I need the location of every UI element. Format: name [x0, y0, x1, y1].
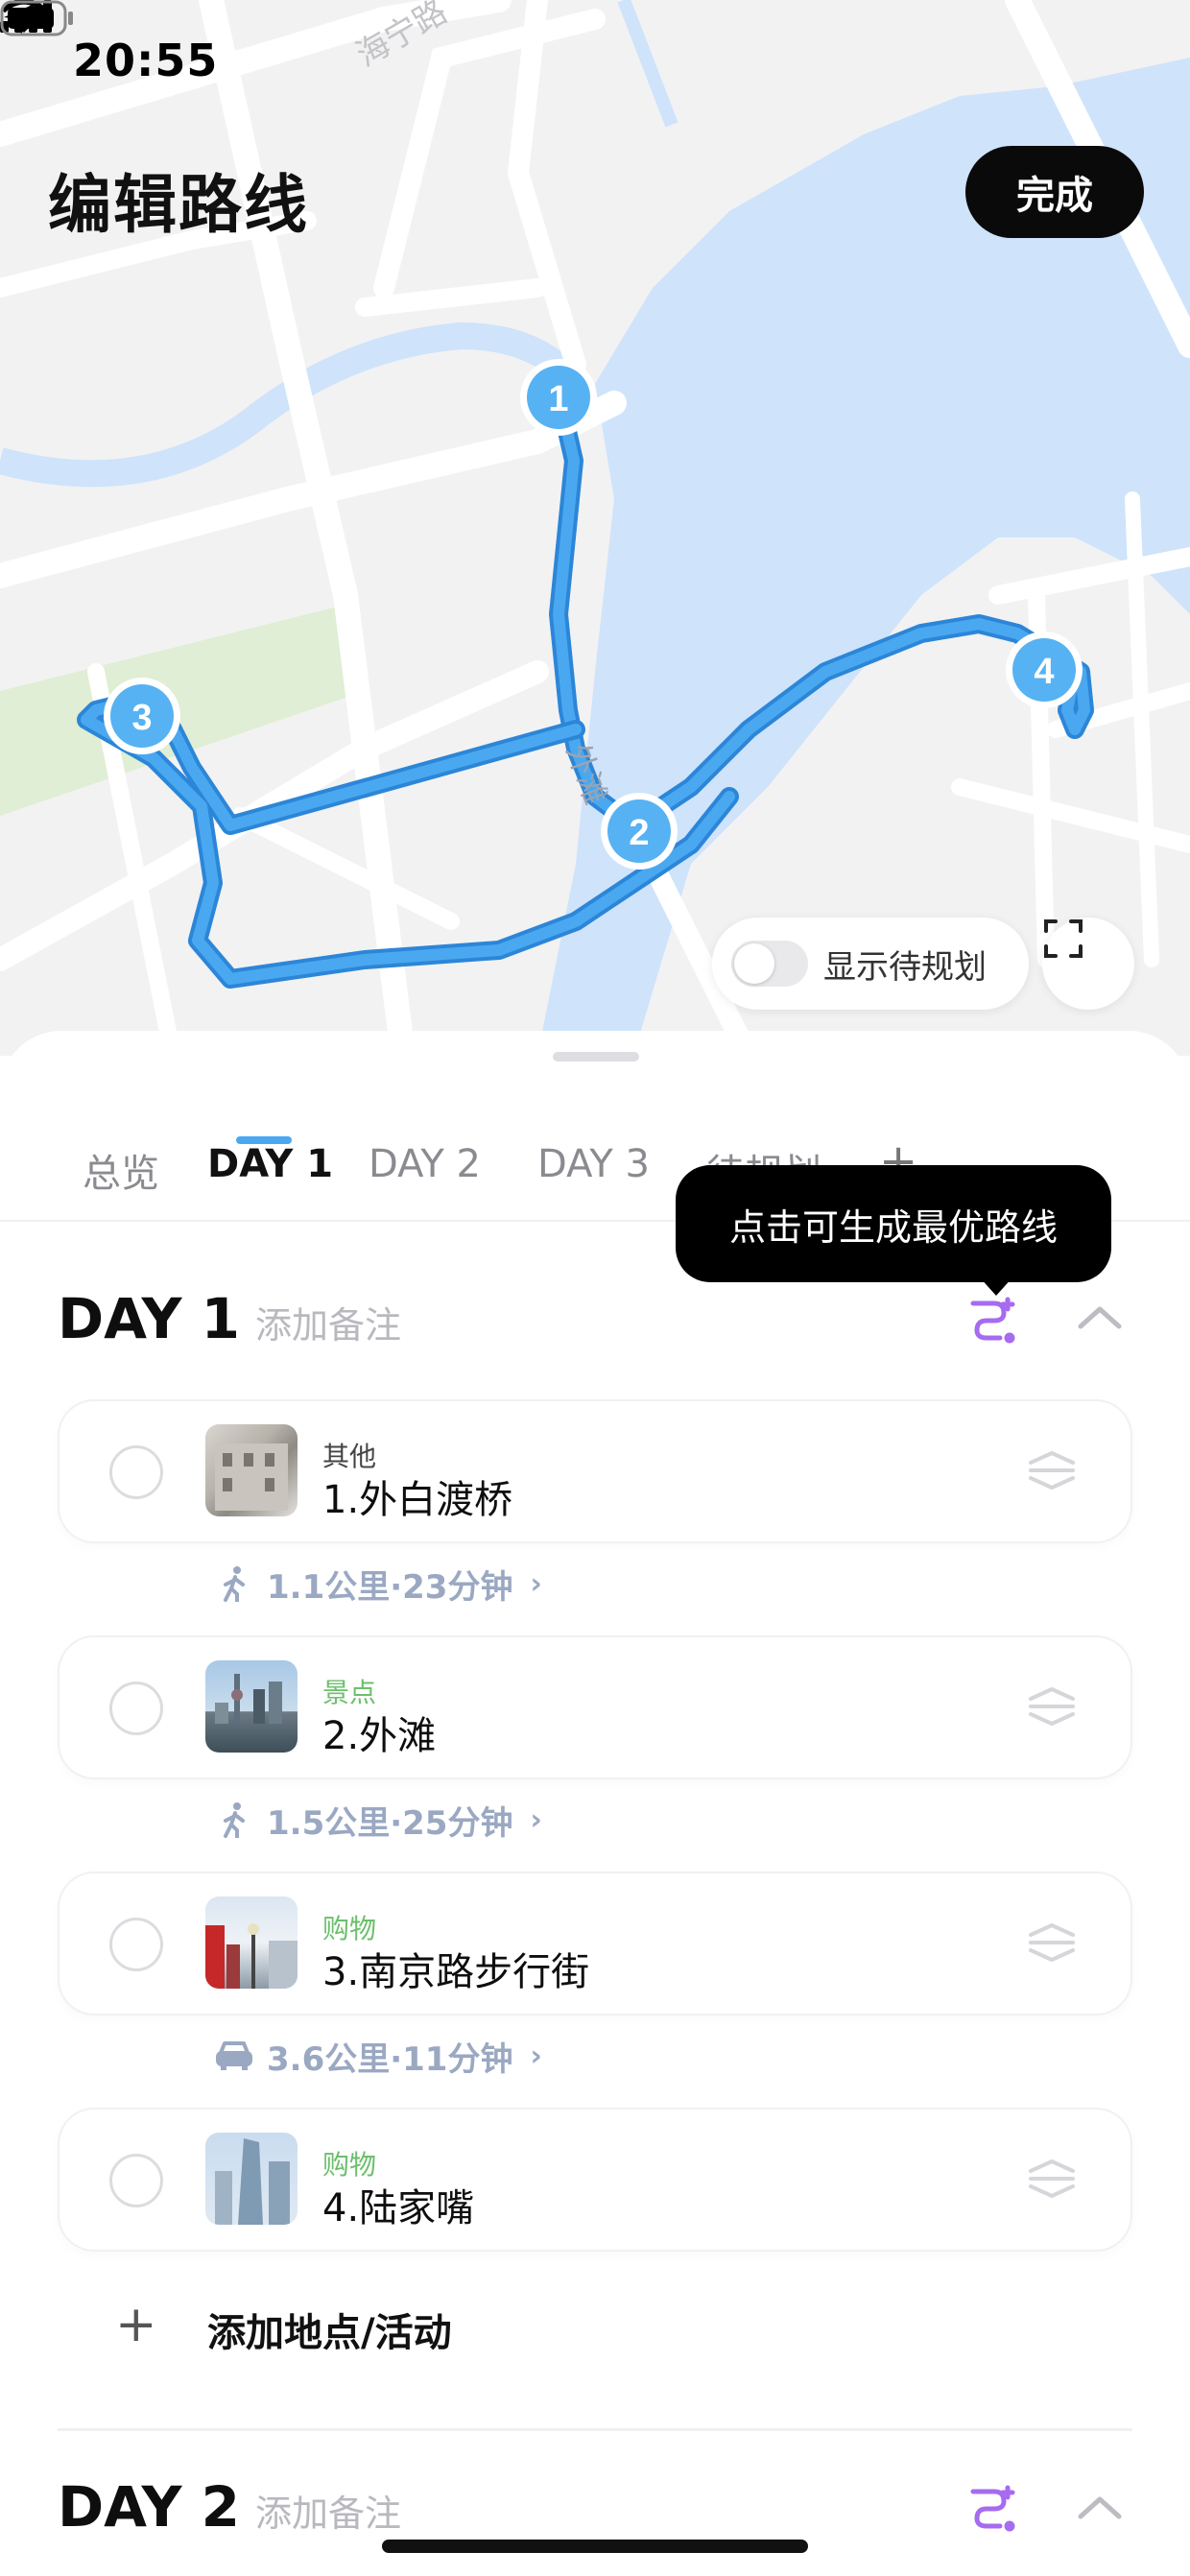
leg-distance-time: 1.5公里·25分钟	[267, 1803, 513, 1843]
sheet-grabber[interactable]	[553, 1052, 639, 1061]
collapse-day-2-icon[interactable]	[1077, 2492, 1123, 2522]
chevron-right-icon: ›	[530, 2039, 542, 2073]
day-2-title: DAY 2	[58, 2474, 241, 2540]
home-indicator	[382, 2540, 808, 2553]
chevron-right-icon: ›	[530, 1566, 542, 1601]
drag-handle-icon[interactable]	[1025, 2152, 1079, 2206]
route-marker-3[interactable]: 3	[104, 678, 180, 754]
battery-icon	[0, 0, 73, 36]
stop-checkbox[interactable]	[109, 1918, 163, 1971]
active-tab-indicator	[236, 1136, 292, 1144]
svg-text:3: 3	[131, 698, 152, 738]
route-marker-2[interactable]: 2	[601, 793, 678, 870]
walk-icon	[215, 1564, 253, 1603]
stop-thumbnail	[205, 1660, 298, 1753]
stop-name: 3.南京路步行街	[322, 1950, 590, 1994]
stop-checkbox[interactable]	[109, 1445, 163, 1499]
stop-name: 1.外白渡桥	[322, 1478, 513, 1522]
route-leg[interactable]: 1.5公里·25分钟 ›	[215, 1799, 542, 1843]
page-title: 编辑路线	[48, 168, 309, 242]
optimize-tooltip: 点击可生成最优路线	[676, 1165, 1111, 1282]
toggle-knob	[734, 943, 774, 984]
add-place-button[interactable]: 添加地点/活动	[207, 2302, 452, 2357]
day-1-header: DAY 1 添加备注	[58, 1286, 401, 1351]
route-marker-4[interactable]: 4	[1006, 632, 1083, 708]
day-1-title: DAY 1	[58, 1286, 241, 1351]
route-leg[interactable]: 1.1公里·23分钟 ›	[215, 1562, 542, 1607]
svg-text:1: 1	[548, 379, 568, 419]
car-icon	[215, 2037, 253, 2075]
stop-name: 4.陆家嘴	[322, 2186, 475, 2230]
fullscreen-button[interactable]	[1042, 918, 1134, 1010]
status-bar: 20:55	[0, 0, 1190, 134]
svg-text:4: 4	[1034, 652, 1054, 692]
drag-handle-icon[interactable]	[1025, 1443, 1079, 1497]
tab-day-1[interactable]: DAY 1	[207, 1142, 333, 1186]
show-unplanned-label: 显示待规划	[823, 947, 987, 987]
stop-checkbox[interactable]	[109, 2154, 163, 2207]
stop-card[interactable]: 购物 4.陆家嘴	[60, 2110, 1130, 2250]
svg-text:2: 2	[629, 813, 649, 853]
section-divider	[58, 2428, 1132, 2431]
leg-distance-time: 1.1公里·23分钟	[267, 1567, 513, 1607]
add-place-icon[interactable]: +	[115, 2298, 157, 2351]
day-2-header: DAY 2 添加备注	[58, 2474, 401, 2540]
drag-handle-icon[interactable]	[1025, 1916, 1079, 1969]
road	[231, 807, 460, 930]
route-marker-1[interactable]: 1	[520, 359, 597, 436]
leg-distance-time: 3.6公里·11分钟	[267, 2039, 513, 2079]
fullscreen-icon	[1044, 919, 1083, 958]
done-button[interactable]: 完成	[965, 146, 1144, 238]
stop-checkbox[interactable]	[109, 1682, 163, 1735]
stop-card[interactable]: 其他 1.外白渡桥	[60, 1401, 1130, 1541]
optimize-route-icon[interactable]	[965, 1292, 1023, 1349]
walk-icon	[215, 1801, 253, 1839]
tab-day-2[interactable]: DAY 2	[369, 1142, 481, 1186]
stop-card[interactable]: 购物 3.南京路步行街	[60, 1873, 1130, 2014]
stop-card[interactable]: 景点 2.外滩	[60, 1637, 1130, 1777]
stop-thumbnail	[205, 1424, 298, 1516]
day-2-note-input[interactable]: 添加备注	[255, 2484, 401, 2537]
show-unplanned-toggle[interactable]: 显示待规划	[712, 918, 1029, 1010]
optimize-route-icon[interactable]	[965, 2480, 1023, 2538]
collapse-day-1-icon[interactable]	[1077, 1301, 1123, 1332]
day-1-note-input[interactable]: 添加备注	[255, 1296, 401, 1348]
drag-handle-icon[interactable]	[1025, 1680, 1079, 1733]
stop-thumbnail	[205, 2133, 298, 2225]
stop-thumbnail	[205, 1896, 298, 1989]
route-leg[interactable]: 3.6公里·11分钟 ›	[215, 2035, 542, 2079]
stop-name: 2.外滩	[322, 1714, 437, 1758]
status-time: 20:55	[73, 35, 219, 86]
tab-overview[interactable]: 总览	[83, 1142, 159, 1198]
route-map[interactable]: 海宁路 外滩 1 2 3 4 20:55 编辑路线 完成 显示待规划	[0, 0, 1190, 1056]
chevron-right-icon: ›	[530, 1802, 542, 1837]
toggle-switch[interactable]	[731, 941, 808, 987]
tab-day-3[interactable]: DAY 3	[537, 1142, 650, 1186]
